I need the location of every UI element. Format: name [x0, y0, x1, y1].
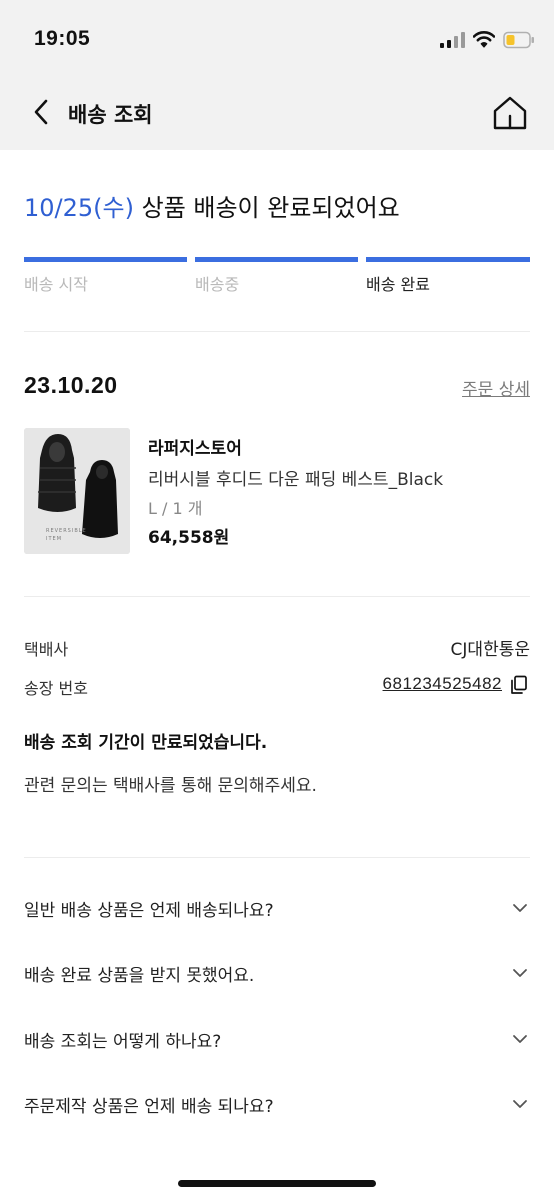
status-time: 19:05 [34, 27, 91, 50]
faq-question: 일반 배송 상품은 언제 배송되나요? [24, 901, 274, 921]
faq-question: 배송 완료 상품을 받지 못했어요. [24, 966, 255, 986]
faq-question: 주문제작 상품은 언제 배송 되나요? [24, 1097, 274, 1117]
carrier-value: CJ대한통운 [450, 640, 530, 660]
notice-title: 배송 조회 기간이 만료되었습니다. [24, 733, 268, 753]
order-date: 23.10.20 [24, 372, 118, 398]
tracking-label: 송장 번호 [24, 679, 88, 698]
faq-item[interactable]: 주문제작 상품은 언제 배송 되나요? [0, 1074, 554, 1134]
faq-item[interactable]: 배송 조회는 어떻게 하나요? [0, 1009, 554, 1069]
faq-question: 배송 조회는 어떻게 하나요? [24, 1032, 222, 1052]
progress-bar-step-2 [195, 257, 358, 262]
step-label-delivered: 배송 완료 [366, 275, 430, 294]
delivery-date: 10/25(수) [24, 194, 134, 222]
signal-icon [440, 32, 465, 48]
battery-icon [503, 31, 534, 49]
delivery-status-headline: 10/25(수) 상품 배송이 완료되었어요 [24, 188, 400, 223]
header-area: 19:05 배송 조회 [0, 0, 554, 150]
chevron-down-icon [513, 969, 527, 977]
step-label-start: 배송 시작 [24, 275, 88, 294]
faq-item[interactable]: 배송 완료 상품을 받지 못했어요. [0, 943, 554, 1003]
svg-text:REVERSIBLE: REVERSIBLE [46, 528, 87, 534]
vest-illustration: REVERSIBLE ITEM [24, 428, 130, 554]
product-price: 64,558원 [148, 528, 230, 548]
home-icon[interactable] [491, 95, 529, 131]
product-name[interactable]: 리버시블 후디드 다운 패딩 베스트_Black [148, 465, 443, 490]
divider [24, 596, 530, 597]
order-detail-link[interactable]: 주문 상세 [462, 375, 530, 400]
product-image[interactable]: REVERSIBLE ITEM [24, 428, 130, 554]
product-brand: 라퍼지스토어 [148, 439, 242, 459]
progress-bar-step-3 [366, 257, 530, 262]
product-option: L / 1 개 [148, 499, 203, 518]
divider [24, 857, 530, 858]
copy-icon[interactable] [509, 675, 528, 695]
divider [24, 331, 530, 332]
wifi-icon [473, 31, 495, 48]
notice-text: 관련 문의는 택배사를 통해 문의해주세요. [24, 776, 317, 796]
carrier-label: 택배사 [24, 640, 69, 659]
home-indicator[interactable] [178, 1180, 376, 1187]
chevron-down-icon [513, 1035, 527, 1043]
delivery-message: 상품 배송이 완료되었어요 [133, 194, 400, 222]
chevron-left-icon[interactable] [30, 96, 52, 128]
page-title: 배송 조회 [68, 103, 153, 127]
chevron-down-icon [513, 1100, 527, 1108]
progress-bar-step-1 [24, 257, 187, 262]
tracking-number-link[interactable]: 681234525482 [383, 674, 502, 694]
step-label-in-transit: 배송중 [195, 275, 240, 294]
faq-item[interactable]: 일반 배송 상품은 언제 배송되나요? [0, 878, 554, 938]
svg-text:ITEM: ITEM [46, 536, 62, 542]
chevron-down-icon [513, 904, 527, 912]
